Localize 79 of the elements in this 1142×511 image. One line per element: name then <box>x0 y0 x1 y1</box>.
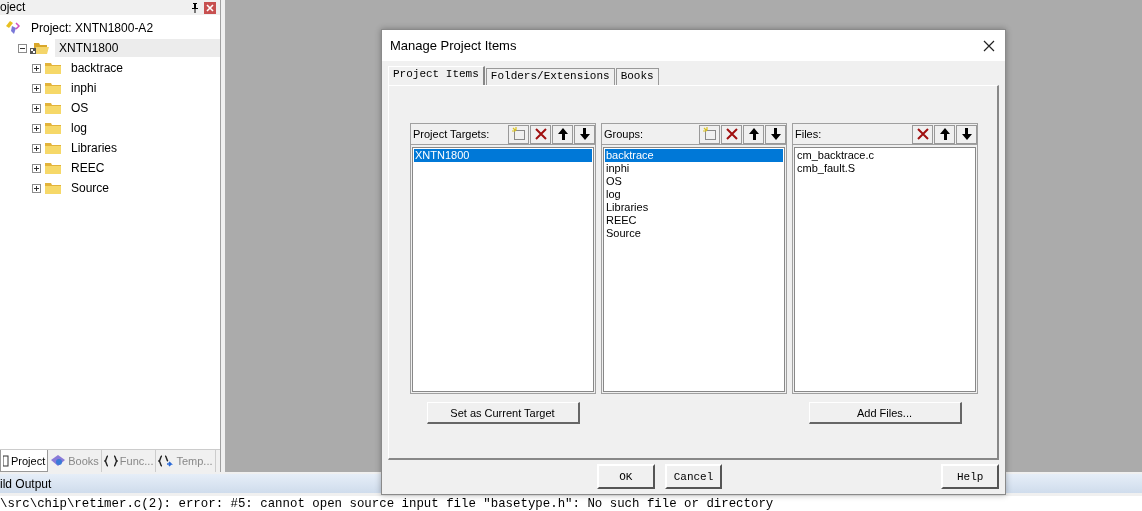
open-folder-icon <box>30 41 50 55</box>
project-icon <box>4 20 22 36</box>
dialog-button[interactable]: OK <box>597 464 655 489</box>
panel-title: oject <box>0 0 27 14</box>
list-title: Groups: <box>604 128 645 140</box>
arrow-down-icon <box>960 127 973 141</box>
folder-icon <box>44 181 62 195</box>
new-item-icon <box>511 127 526 141</box>
page-icon <box>3 454 9 467</box>
arrow-down-icon <box>769 127 782 141</box>
tree-item[interactable]: XNTN1800 <box>55 39 220 57</box>
list-title: Project Targets: <box>413 128 491 140</box>
folder-icon <box>44 121 62 135</box>
folder-icon <box>44 61 62 75</box>
delete-icon <box>724 127 739 141</box>
list-item[interactable]: inphi <box>605 162 783 175</box>
list-item[interactable]: OS <box>605 175 783 188</box>
dialog-title: Manage Project Items <box>390 38 517 53</box>
list-title: Files: <box>795 128 823 140</box>
pin-icon[interactable] <box>190 2 200 13</box>
tree-item[interactable]: Source <box>67 179 114 197</box>
list-item[interactable]: cm_backtrace.c <box>796 149 974 162</box>
tree-item[interactable]: log <box>67 119 91 137</box>
expander-icon[interactable] <box>18 43 27 53</box>
dialog-tab[interactable]: Project Items <box>388 66 485 85</box>
new-item-icon <box>702 127 717 141</box>
braces-arrow-icon <box>158 454 175 468</box>
tree-item[interactable]: REEC <box>67 159 109 177</box>
output-title: ild Output <box>0 476 52 491</box>
expander-icon[interactable] <box>32 143 41 153</box>
move-up-button[interactable] <box>934 124 955 144</box>
expander-icon[interactable] <box>32 83 41 93</box>
close-icon[interactable] <box>983 39 995 52</box>
dialog-button[interactable]: Help <box>941 464 999 489</box>
folder-icon <box>44 101 62 115</box>
new-item-button[interactable] <box>699 124 720 144</box>
list-item[interactable]: backtrace <box>605 149 783 162</box>
delete-button[interactable] <box>530 124 551 144</box>
list-item[interactable]: cmb_fault.S <box>796 162 974 175</box>
move-up-button[interactable] <box>743 124 764 144</box>
list-item[interactable]: REEC <box>605 214 783 227</box>
expander-icon[interactable] <box>32 63 41 73</box>
dialog-button[interactable]: Cancel <box>664 464 723 489</box>
move-down-button[interactable] <box>956 124 977 144</box>
list-item[interactable]: Libraries <box>605 201 783 214</box>
tree-item[interactable]: inphi <box>67 79 101 97</box>
list-action-button[interactable]: Set as Current Target <box>426 402 580 424</box>
move-up-button[interactable] <box>552 124 573 144</box>
move-down-button[interactable] <box>574 124 595 144</box>
new-item-button[interactable] <box>508 124 529 144</box>
dialog-tab[interactable]: Books <box>615 68 659 85</box>
folder-icon <box>44 81 62 95</box>
folder-icon <box>44 161 62 175</box>
tree-item[interactable]: Libraries <box>67 139 122 157</box>
panel-tab[interactable]: Project <box>0 450 49 472</box>
delete-icon <box>915 127 930 141</box>
delete-button[interactable] <box>721 124 742 144</box>
dialog-tab[interactable]: Folders/Extensions <box>485 68 615 85</box>
braces-icon <box>103 455 118 467</box>
expander-icon[interactable] <box>32 123 41 133</box>
list-item[interactable]: XNTN1800 <box>414 149 592 162</box>
expander-icon[interactable] <box>32 163 41 173</box>
delete-icon <box>533 127 548 141</box>
expander-icon[interactable] <box>32 183 41 193</box>
folder-icon <box>44 141 62 155</box>
delete-button[interactable] <box>912 124 933 144</box>
tree-item[interactable]: OS <box>67 99 93 117</box>
arrow-up-icon <box>938 127 951 141</box>
arrow-up-icon <box>556 127 569 141</box>
list-item[interactable]: Source <box>605 227 783 240</box>
tree-item[interactable]: Project: XNTN1800-A2 <box>27 19 158 37</box>
list-item[interactable]: log <box>605 188 783 201</box>
expander-icon[interactable] <box>32 103 41 113</box>
move-down-button[interactable] <box>765 124 786 144</box>
arrow-down-icon <box>578 127 591 141</box>
list-action-button[interactable]: Add Files... <box>808 402 962 424</box>
tree-item[interactable]: backtrace <box>67 59 128 77</box>
output-line: \src\chip\retimer.c(2): error: #5: cannot open source input file "basetype.h": No such file or directory <box>0 496 775 511</box>
arrow-up-icon <box>747 127 760 141</box>
